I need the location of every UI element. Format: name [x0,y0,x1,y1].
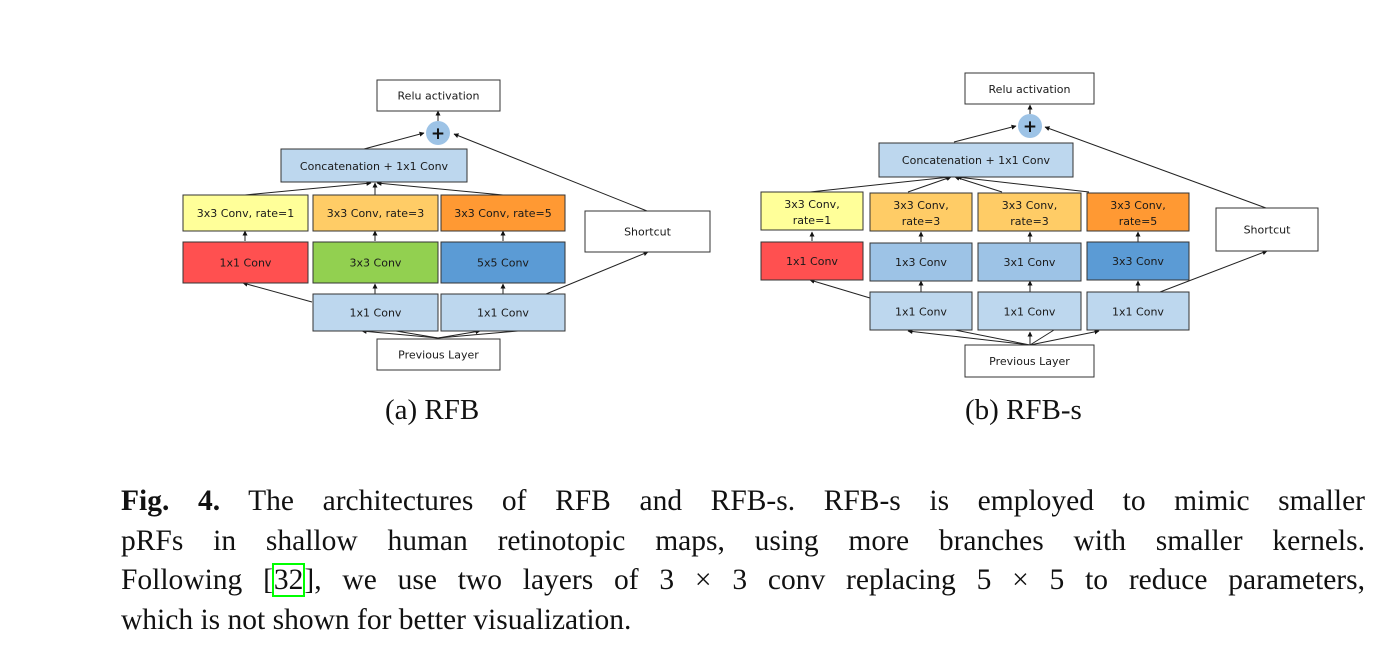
rfbs-branch-label-4: 3x3 Conv [1112,255,1164,268]
rfbs-dilated-label-4a: 3x3 Conv, [1110,199,1165,212]
rfbs-branch-label-3: 3x1 Conv [1004,256,1056,269]
caption-line-4: which is not shown for better visualizat… [121,603,632,636]
caption-line-3: Following [32], we use two layers of 3 ×… [121,561,1365,601]
rfbs-bottleneck-label-1: 1x1 Conv [895,306,947,319]
rfb-previous-layer-label: Previous Layer [398,349,479,362]
rfbs-concat-label: Concatenation + 1x1 Conv [902,154,1051,167]
rfbs-plus-icon: + [1023,117,1037,137]
rfbs-dilated-label-3b: rate=3 [1010,215,1049,228]
figure-caption: Fig. 4. The architectures of RFB and RFB… [121,482,1365,640]
diagram-rfb-s: Relu activation + Concatenation + 1x1 Co… [760,72,1319,378]
rfb-dilated-label-2: 3x3 Conv, rate=3 [327,207,424,220]
subcaption-rfb: (a) RFB [385,394,480,426]
rfbs-dilated-label-3a: 3x3 Conv, [1002,199,1057,212]
caption-line-3-pre: Following [ [121,564,273,596]
rfbs-shortcut-label: Shortcut [1244,224,1292,237]
caption-line-3-post: ], we use two layers of 3 × 3 conv repla… [304,564,1365,596]
rfb-bottleneck-label-2: 1x1 Conv [477,307,529,320]
rfb-plus-icon: + [431,124,445,144]
subcaption-rfb-s: (b) RFB-s [965,394,1082,426]
rfbs-bottleneck-label-3: 1x1 Conv [1112,306,1164,319]
rfb-architecture-figure: Relu activation + Concatenation + 1x1 Co… [182,72,1319,378]
rfb-concat-label: Concatenation + 1x1 Conv [300,160,449,173]
rfb-branch-label-1: 1x1 Conv [220,257,272,270]
diagram-rfb: Relu activation + Concatenation + 1x1 Co… [182,79,711,371]
rfbs-dilated-label-1b: rate=1 [793,214,832,227]
rfbs-previous-layer-label: Previous Layer [989,355,1070,368]
rfbs-dilated-label-2a: 3x3 Conv, [893,199,948,212]
rfbs-dilated-label-4b: rate=5 [1119,215,1158,228]
rfb-branch-label-3: 5x5 Conv [477,257,529,270]
rfb-branch-label-2: 3x3 Conv [350,257,402,270]
caption-line-2: pRFs in shallow human retinotopic maps, … [121,524,1365,557]
rfb-shortcut-label: Shortcut [624,226,672,239]
citation-link[interactable]: 32 [271,563,306,597]
rfb-dilated-label-3: 3x3 Conv, rate=5 [454,207,551,220]
rfb-bottleneck-label-1: 1x1 Conv [350,307,402,320]
rfb-dilated-label-1: 3x3 Conv, rate=1 [197,207,294,220]
rfb-relu-label: Relu activation [398,90,480,103]
rfbs-branch-label-1: 1x1 Conv [786,255,838,268]
rfbs-branch-label-2: 1x3 Conv [895,256,947,269]
rfbs-relu-label: Relu activation [989,83,1071,96]
rfbs-dilated-label-2b: rate=3 [902,215,941,228]
caption-line-1-text: The architectures of RFB and RFB-s. RFB-… [220,485,1365,517]
caption-figure-label: Fig. 4. [121,485,221,517]
caption-line-1: Fig. 4. The architectures of RFB and RFB… [121,482,1365,522]
rfbs-bottleneck-label-2: 1x1 Conv [1004,306,1056,319]
rfbs-dilated-label-1a: 3x3 Conv, [784,198,839,211]
